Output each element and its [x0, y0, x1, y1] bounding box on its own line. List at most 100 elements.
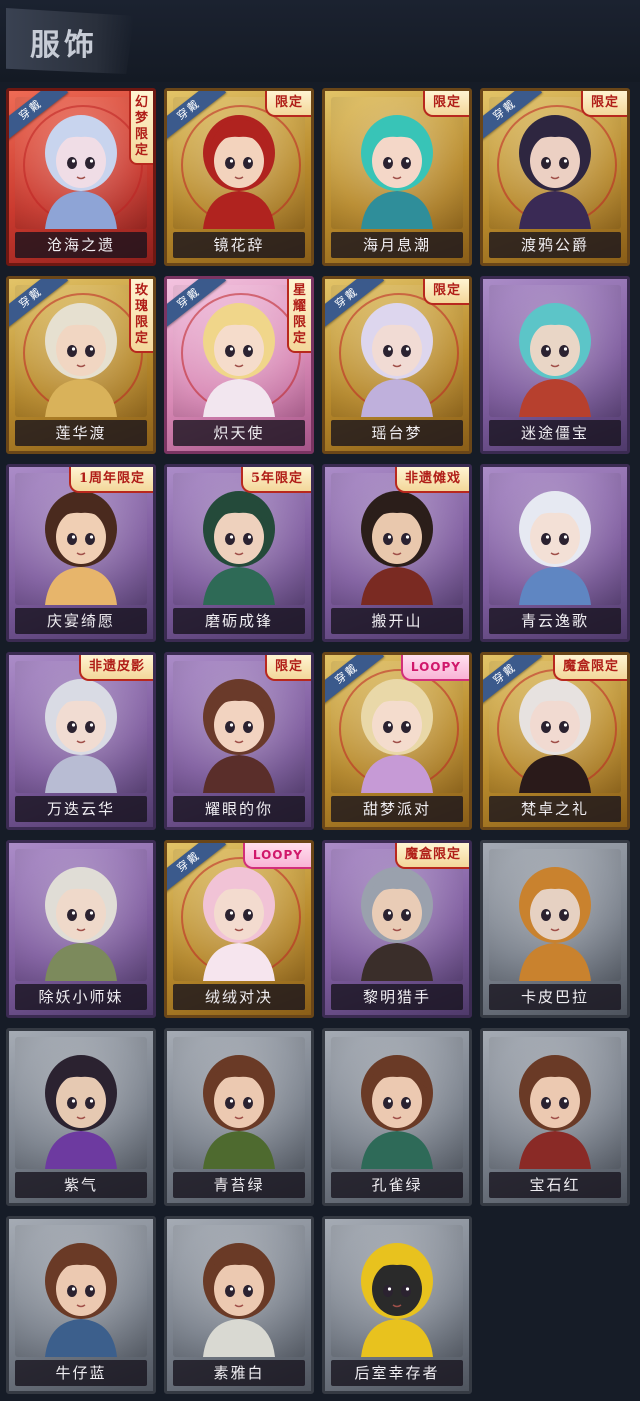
- left-eye: [383, 1285, 393, 1297]
- skin-card[interactable]: 穿戴玫瑰限定莲华渡: [6, 276, 156, 454]
- left-eye-highlight: [71, 159, 76, 163]
- outfit-shape: [361, 379, 433, 417]
- skin-name: 黎明猎手: [331, 984, 463, 1010]
- left-eye-highlight: [229, 1287, 234, 1291]
- left-eye: [383, 1097, 393, 1109]
- skin-card[interactable]: 青云逸歌: [480, 464, 630, 642]
- skin-name: 海月息潮: [331, 232, 463, 258]
- left-eye: [541, 157, 551, 169]
- left-eye-highlight: [387, 1099, 392, 1103]
- character-portrait: [361, 1243, 433, 1357]
- face-shape: [214, 886, 264, 940]
- right-eye-highlight: [247, 1099, 252, 1103]
- skin-card[interactable]: 1周年限定 庆宴绮愿: [6, 464, 156, 642]
- right-eye: [85, 1285, 95, 1297]
- left-eye: [67, 721, 77, 733]
- face-shape: [56, 510, 106, 564]
- skin-card[interactable]: 魔盒限定黎明猎手: [322, 840, 472, 1018]
- skin-card[interactable]: 非遗皮影 万迭云华: [6, 652, 156, 830]
- skin-name: 耀眼的你: [173, 796, 305, 822]
- skin-card[interactable]: 迷途僵宝: [480, 276, 630, 454]
- skin-card[interactable]: 卡皮巴拉: [480, 840, 630, 1018]
- outfit-shape: [203, 1131, 275, 1169]
- right-eye-highlight: [405, 1287, 410, 1291]
- left-eye-highlight: [71, 1287, 76, 1291]
- skin-name: 后室幸存者: [331, 1360, 463, 1386]
- skin-name: 青云逸歌: [489, 608, 621, 634]
- skin-card[interactable]: 穿戴幻梦限定沧海之遗: [6, 88, 156, 266]
- skin-card[interactable]: 穿戴 LOOPY 绒绒对决: [164, 840, 314, 1018]
- skin-card[interactable]: 穿戴 限定 渡鸦公爵: [480, 88, 630, 266]
- character-portrait: [361, 115, 433, 229]
- skin-card[interactable]: 宝石红: [480, 1028, 630, 1206]
- left-eye: [541, 721, 551, 733]
- skin-name: 紫气: [15, 1172, 147, 1198]
- right-eye-highlight: [405, 723, 410, 727]
- right-eye-highlight: [247, 347, 252, 351]
- skin-card[interactable]: 穿戴星耀限定炽天使: [164, 276, 314, 454]
- skin-card[interactable]: 限定 海月息潮: [322, 88, 472, 266]
- skin-card[interactable]: 后室幸存者: [322, 1216, 472, 1394]
- limited-badge: 5年限定: [240, 467, 311, 493]
- skin-card[interactable]: 穿戴 限定 镜花辞: [164, 88, 314, 266]
- skin-name: 青苔绿: [173, 1172, 305, 1198]
- skin-card[interactable]: 限定 耀眼的你: [164, 652, 314, 830]
- skin-card[interactable]: 穿戴 魔盒限定 梵卓之礼: [480, 652, 630, 830]
- outfit-shape: [45, 567, 117, 605]
- skin-card[interactable]: 素雅白: [164, 1216, 314, 1394]
- left-eye: [383, 721, 393, 733]
- skin-card[interactable]: 非遗傩戏 搬开山: [322, 464, 472, 642]
- left-eye-highlight: [229, 535, 234, 539]
- skin-card[interactable]: 孔雀绿: [322, 1028, 472, 1206]
- face-shape: [214, 1262, 264, 1316]
- skin-name: 渡鸦公爵: [489, 232, 621, 258]
- skin-card[interactable]: 紫气: [6, 1028, 156, 1206]
- face-shape: [530, 1074, 580, 1128]
- limited-badge: 限定: [580, 91, 627, 117]
- right-eye: [401, 345, 411, 357]
- left-eye: [541, 1097, 551, 1109]
- left-eye: [383, 157, 393, 169]
- left-eye: [225, 909, 235, 921]
- limited-badge: LOOPY: [400, 655, 469, 681]
- left-eye-highlight: [387, 159, 392, 163]
- outfit-shape: [361, 755, 433, 793]
- left-eye: [225, 1097, 235, 1109]
- right-eye: [559, 157, 569, 169]
- right-eye: [401, 533, 411, 545]
- skin-card[interactable]: 牛仔蓝: [6, 1216, 156, 1394]
- left-eye-highlight: [229, 723, 234, 727]
- right-eye: [243, 909, 253, 921]
- face-shape: [214, 510, 264, 564]
- face-shape: [530, 134, 580, 188]
- limited-badge: 限定: [422, 279, 469, 305]
- right-eye-highlight: [405, 911, 410, 915]
- left-eye: [225, 721, 235, 733]
- face-shape: [214, 322, 264, 376]
- skin-card[interactable]: 穿戴 LOOPY 甜梦派对: [322, 652, 472, 830]
- left-eye: [383, 345, 393, 357]
- left-eye-highlight: [387, 911, 392, 915]
- skin-card[interactable]: 穿戴 限定 瑶台梦: [322, 276, 472, 454]
- right-eye-highlight: [563, 723, 568, 727]
- outfit-shape: [45, 943, 117, 981]
- right-eye-highlight: [563, 911, 568, 915]
- limited-badge: 魔盒限定: [394, 843, 469, 869]
- skin-card[interactable]: 除妖小师妹: [6, 840, 156, 1018]
- outfit-shape: [519, 755, 591, 793]
- right-eye: [85, 533, 95, 545]
- outfit-shape: [519, 567, 591, 605]
- left-eye: [541, 909, 551, 921]
- right-eye-highlight: [89, 535, 94, 539]
- left-eye: [67, 1285, 77, 1297]
- right-eye-highlight: [247, 535, 252, 539]
- right-eye: [243, 1285, 253, 1297]
- skin-card[interactable]: 5年限定 磨砺成锋: [164, 464, 314, 642]
- left-eye-highlight: [229, 159, 234, 163]
- skin-name: 梵卓之礼: [489, 796, 621, 822]
- outfit-shape: [45, 379, 117, 417]
- skin-name: 宝石红: [489, 1172, 621, 1198]
- skin-card[interactable]: 青苔绿: [164, 1028, 314, 1206]
- skin-name: 庆宴绮愿: [15, 608, 147, 634]
- character-portrait: [519, 491, 591, 605]
